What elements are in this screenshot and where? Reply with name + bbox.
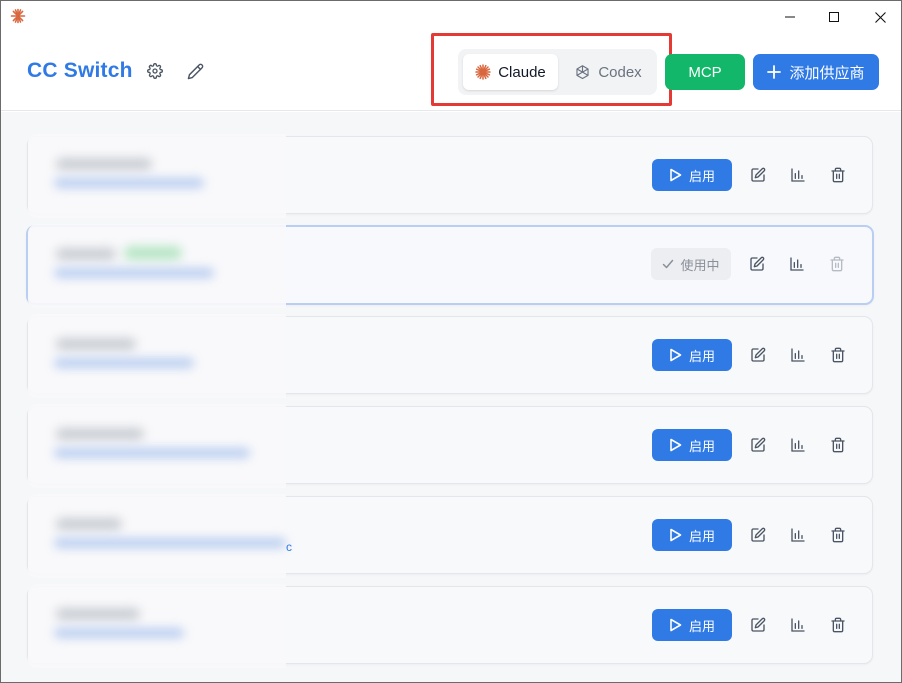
- trash-icon: [829, 256, 845, 272]
- edit-mode-button[interactable]: [186, 62, 204, 80]
- delete-provider-button[interactable]: [829, 166, 847, 184]
- bar-chart-icon: [790, 347, 806, 363]
- delete-provider-button-disabled: [828, 255, 846, 273]
- mcp-button[interactable]: MCP: [665, 54, 745, 90]
- bar-chart-icon: [789, 256, 805, 272]
- enable-button[interactable]: 启用: [652, 339, 732, 371]
- edit-icon: [750, 617, 766, 633]
- add-provider-button[interactable]: 添加供应商: [753, 54, 879, 90]
- in-use-label: 使用中: [680, 257, 720, 273]
- delete-provider-button[interactable]: [829, 616, 847, 634]
- trash-icon: [830, 527, 846, 543]
- check-icon: [662, 258, 674, 270]
- usage-stats-button[interactable]: [789, 436, 807, 454]
- provider-card[interactable]: 启用: [27, 134, 873, 218]
- provider-card-active[interactable]: 使用中: [26, 224, 874, 308]
- bar-chart-icon: [790, 527, 806, 543]
- enable-button[interactable]: 启用: [652, 519, 732, 551]
- pencil-icon: [187, 63, 204, 80]
- edit-icon: [750, 527, 766, 543]
- bar-chart-icon: [790, 617, 806, 633]
- enable-button[interactable]: 启用: [652, 159, 732, 191]
- play-icon: [669, 348, 682, 362]
- bar-chart-icon: [790, 167, 806, 183]
- trash-icon: [830, 347, 846, 363]
- usage-stats-button[interactable]: [789, 346, 807, 364]
- minimize-icon: [785, 12, 795, 22]
- edit-provider-button[interactable]: [749, 166, 767, 184]
- play-icon: [669, 618, 682, 632]
- edit-provider-button[interactable]: [749, 526, 767, 544]
- claude-starburst-icon: [475, 64, 491, 80]
- delete-provider-button[interactable]: [829, 526, 847, 544]
- edit-icon: [750, 347, 766, 363]
- bar-chart-icon: [790, 437, 806, 453]
- play-icon: [669, 168, 682, 182]
- in-use-badge: 使用中: [651, 248, 731, 280]
- enable-button[interactable]: 启用: [652, 429, 732, 461]
- add-provider-label: 添加供应商: [789, 64, 865, 82]
- edit-provider-button[interactable]: [749, 346, 767, 364]
- trash-icon: [830, 617, 846, 633]
- redacted-provider-info: [28, 314, 286, 398]
- tab-claude[interactable]: Claude: [463, 54, 558, 90]
- redacted-provider-info: [28, 224, 286, 308]
- provider-url-fragment: c: [286, 540, 292, 554]
- provider-card[interactable]: c 启用: [27, 494, 873, 578]
- edit-provider-button[interactable]: [749, 436, 767, 454]
- play-icon: [669, 528, 682, 542]
- delete-provider-button[interactable]: [829, 436, 847, 454]
- usage-stats-button[interactable]: [789, 526, 807, 544]
- enable-label: 启用: [688, 528, 715, 544]
- redacted-provider-info: [28, 134, 286, 218]
- tab-claude-label: Claude: [498, 63, 546, 81]
- provider-card[interactable]: 启用: [27, 584, 873, 668]
- redacted-provider-info: [28, 494, 286, 578]
- settings-button[interactable]: [146, 62, 164, 80]
- trash-icon: [830, 437, 846, 453]
- app-header: CC Switch Claude Codex MCP 添加供应商: [1, 33, 901, 111]
- usage-stats-button[interactable]: [788, 255, 806, 273]
- gear-icon: [147, 63, 163, 79]
- enable-button[interactable]: 启用: [652, 609, 732, 641]
- tab-codex[interactable]: Codex: [562, 54, 654, 90]
- usage-stats-button[interactable]: [789, 166, 807, 184]
- redacted-provider-info: [28, 584, 286, 668]
- minimize-button[interactable]: [767, 1, 813, 33]
- enable-label: 启用: [688, 348, 715, 364]
- app-window: CC Switch Claude Codex MCP 添加供应商 启用 使用中 …: [0, 0, 902, 683]
- maximize-button[interactable]: [811, 1, 857, 33]
- provider-card[interactable]: 启用: [27, 314, 873, 398]
- edit-icon: [750, 437, 766, 453]
- delete-provider-button[interactable]: [829, 346, 847, 364]
- enable-label: 启用: [688, 168, 715, 184]
- provider-list: 启用 使用中 启用 启用 c 启用 启用: [1, 112, 901, 682]
- close-button[interactable]: [857, 1, 901, 33]
- redacted-provider-info: [28, 404, 286, 488]
- trash-icon: [830, 167, 846, 183]
- edit-icon: [750, 167, 766, 183]
- close-icon: [874, 11, 886, 23]
- maximize-icon: [829, 12, 839, 22]
- tab-codex-label: Codex: [598, 63, 642, 81]
- edit-icon: [749, 256, 765, 272]
- play-icon: [669, 438, 682, 452]
- title-bar: [1, 1, 901, 33]
- enable-label: 启用: [688, 618, 715, 634]
- app-logo-icon: [10, 8, 26, 24]
- enable-label: 启用: [688, 438, 715, 454]
- provider-card[interactable]: 启用: [27, 404, 873, 488]
- edit-provider-button[interactable]: [748, 255, 766, 273]
- plus-icon: [767, 65, 782, 79]
- usage-stats-button[interactable]: [789, 616, 807, 634]
- edit-provider-button[interactable]: [749, 616, 767, 634]
- app-switcher: Claude Codex: [458, 49, 657, 95]
- app-title: CC Switch: [27, 59, 133, 82]
- openai-knot-icon: [574, 64, 591, 81]
